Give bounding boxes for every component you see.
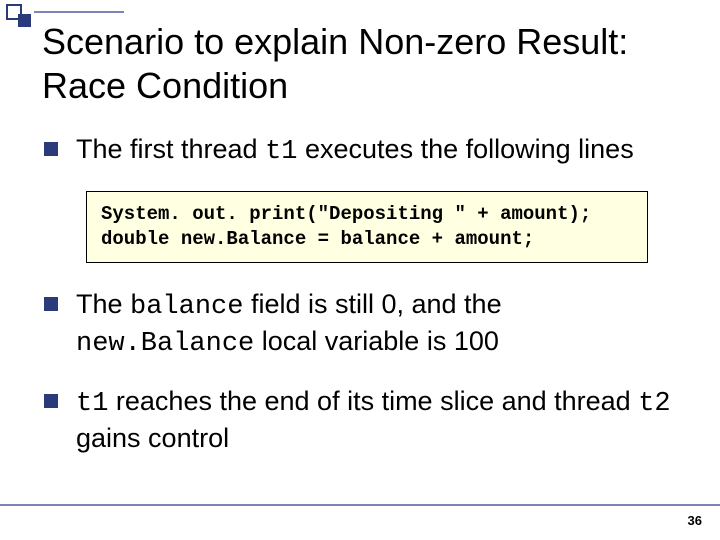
bullet-item: The balance field is still 0, and the ne…	[42, 287, 678, 362]
inline-code: t2	[638, 389, 670, 419]
inline-code: balance	[130, 292, 243, 322]
bullet-item: The first thread t1 executes the followi…	[42, 132, 678, 170]
bullet-list: The balance field is still 0, and the ne…	[42, 287, 678, 456]
bullet-text: gains control	[76, 423, 229, 453]
inline-code: new.Balance	[76, 329, 254, 359]
bullet-text: The	[76, 289, 130, 319]
inline-code: t1	[265, 137, 297, 167]
slide-corner-decoration	[0, 0, 120, 30]
bullet-item: t1 reaches the end of its time slice and…	[42, 384, 678, 456]
bullet-text: local variable is 100	[254, 326, 499, 356]
square-filled-icon	[18, 14, 31, 27]
page-number: 36	[688, 513, 702, 528]
inline-code: t1	[76, 389, 108, 419]
code-block: System. out. print("Depositing " + amoun…	[86, 191, 648, 262]
slide-content: Scenario to explain Non-zero Result: Rac…	[0, 0, 720, 456]
code-text: double new.Balance = balance + amount;	[101, 228, 534, 250]
bullet-text: executes the following lines	[298, 134, 634, 164]
bullet-text: The first thread	[76, 134, 265, 164]
decor-line	[34, 11, 124, 13]
bullet-list: The first thread t1 executes the followi…	[42, 132, 678, 170]
footer-divider	[0, 504, 720, 506]
bullet-text: field is still 0, and the	[243, 289, 501, 319]
code-line: System. out. print("Depositing " + amoun…	[101, 202, 633, 251]
bullet-text: reaches the end of its time slice and th…	[108, 386, 638, 416]
code-text: System. out. print("Depositing " + amoun…	[101, 203, 591, 225]
slide-title: Scenario to explain Non-zero Result: Rac…	[42, 20, 678, 108]
